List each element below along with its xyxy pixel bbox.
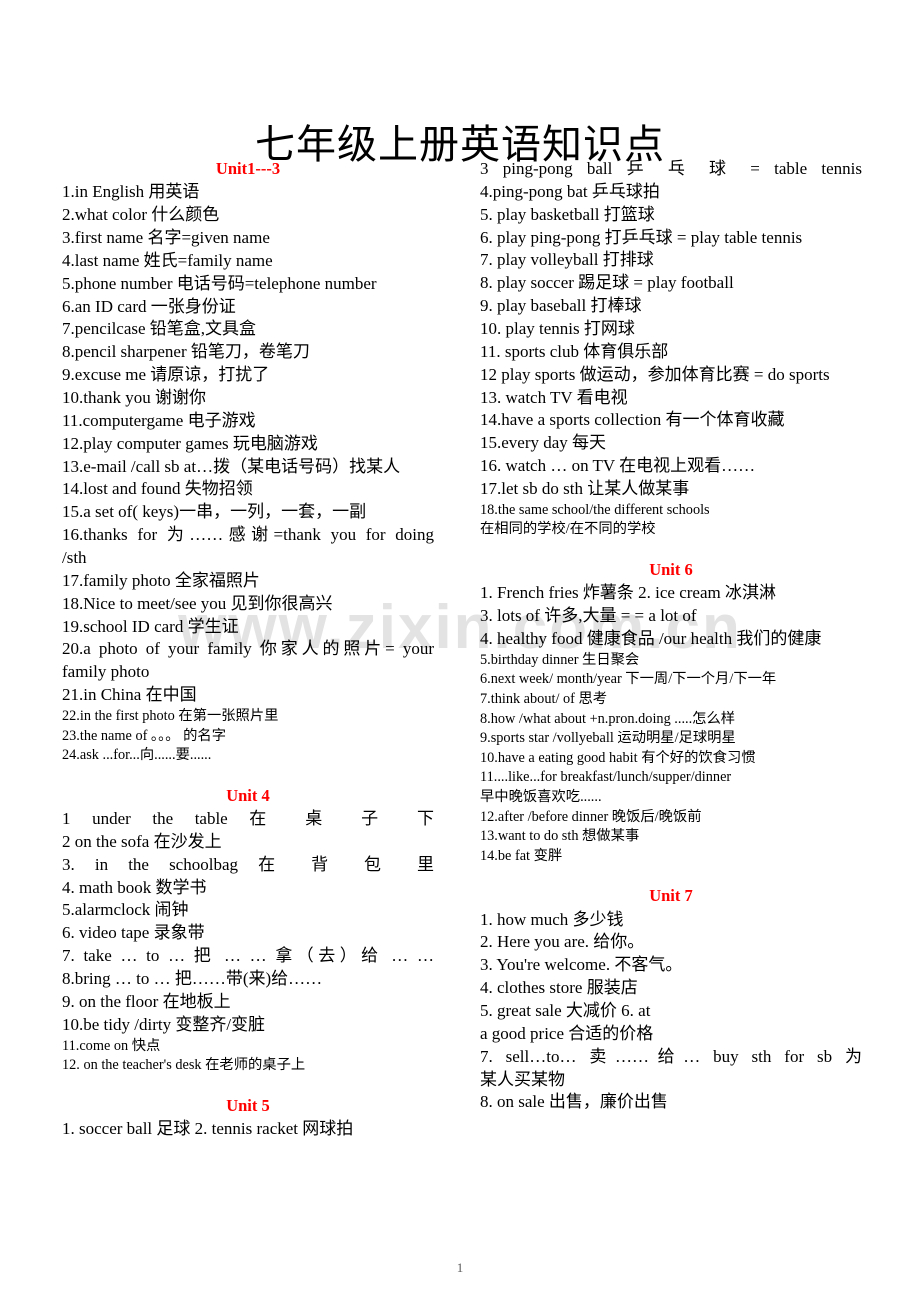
list-item: 18.the same school/the different schools	[480, 501, 710, 518]
list-item: 1.in English 用英语	[62, 182, 200, 202]
list-item: 8.pencil sharpener 铅笔刀，卷笔刀	[62, 342, 310, 362]
list-item: 1. French fries 炸薯条 2. ice cream 冰淇淋	[480, 583, 776, 603]
list-item: 22.in the first photo 在第一张照片里	[62, 708, 279, 725]
list-item: 8.bring … to … 把……带(来)给……	[62, 969, 323, 989]
list-item: 20.a photo of your family 你家人的照片= your	[62, 639, 434, 659]
list-item: 1. soccer ball 足球 2. tennis racket 网球拍	[62, 1119, 354, 1139]
list-item: 1. how much 多少钱	[480, 909, 624, 929]
list-item: 3.first name 名字=given name	[62, 227, 270, 247]
list-item: 12. on the teacher's desk 在老师的桌子上	[62, 1057, 306, 1074]
list-item: 1 under the table 在 桌 子 下	[62, 809, 434, 829]
list-item: 2 on the sofa 在沙发上	[62, 831, 222, 851]
unit-heading-unit1-3: Unit1---3	[215, 159, 281, 178]
list-item: 8.how /what about +n.pron.doing .....怎么样	[480, 710, 736, 727]
list-item: 7.think about/ of 思考	[480, 691, 608, 708]
list-item: 4. healthy food 健康食品 /our health 我们的健康	[480, 629, 822, 649]
list-item: 18.Nice to meet/see you 见到你很高兴	[62, 593, 333, 613]
list-item: 9. play baseball 打棒球	[480, 296, 642, 316]
list-item: 6.an ID card 一张身份证	[62, 296, 236, 316]
list-item: 5. great sale 大减价 6. at	[480, 1000, 651, 1020]
unit-heading-unit7: Unit 7	[649, 886, 693, 906]
list-item: 19.school ID card 学生证	[62, 616, 239, 636]
list-item: 8. on sale 出售，廉价出售	[480, 1092, 668, 1112]
list-item: 16. watch … on TV 在电视上观看……	[480, 456, 756, 476]
list-item: 5.alarmclock 闹钟	[62, 900, 189, 920]
list-item: 14.be fat 变胖	[480, 847, 563, 864]
list-item: 12.play computer games 玩电脑游戏	[62, 433, 318, 453]
list-item: 5.phone number 电话号码=telephone number	[62, 273, 377, 293]
list-item: 2.what color 什么颜色	[62, 205, 220, 225]
list-item: 9.excuse me 请原谅，打扰了	[62, 365, 270, 385]
list-item: 14.have a sports collection 有一个体育收藏	[480, 410, 785, 430]
list-item: 24.ask ...for...向......要......	[62, 747, 212, 764]
page-number: 1	[456, 1260, 464, 1275]
list-item: 14.lost and found 失物招领	[62, 479, 253, 499]
list-item-continuation: a good price 合适的价格	[480, 1023, 654, 1043]
list-item-continuation: family photo	[62, 662, 150, 682]
list-item: 10. play tennis 打网球	[480, 319, 635, 339]
list-item: 6. video tape 录象带	[62, 923, 205, 943]
document-page: www.zixin.com.cn 七年级上册英语知识点 Unit1---3 1.…	[0, 0, 920, 1302]
list-item: 6. play ping-pong 打乒乓球 = play table tenn…	[480, 227, 803, 247]
list-item: 17.let sb do sth 让某人做某事	[480, 479, 690, 499]
list-item: 5. play basketball 打篮球	[480, 204, 655, 224]
list-item-continuation: /sth	[62, 548, 87, 568]
list-item-continuation: 某人买某物	[480, 1069, 565, 1089]
list-item: 7. sell…to… 卖……给… buy sth for sb 为	[480, 1046, 862, 1066]
list-item: 4. clothes store 服装店	[480, 978, 638, 998]
list-item: 7. play volleyball 打排球	[480, 250, 654, 270]
list-item: 15.a set of( keys)一串，一列，一套，一副	[62, 502, 367, 522]
list-item: 12 play sports 做运动，参加体育比赛 = do sports	[480, 364, 830, 384]
list-item: 8. play soccer 踢足球 = play football	[480, 273, 734, 293]
unit-heading-unit5: Unit 5	[226, 1095, 270, 1115]
list-item: 10.be tidy /dirty 变整齐/变脏	[62, 1014, 266, 1034]
list-item: 3. You're welcome. 不客气。	[480, 955, 683, 975]
list-item: 9. on the floor 在地板上	[62, 991, 231, 1011]
list-item: 17.family photo 全家福照片	[62, 570, 260, 590]
list-item: 4.last name 姓氏=family name	[62, 250, 273, 270]
list-item: 21.in China 在中国	[62, 685, 197, 705]
list-item: 11....like...for breakfast/lunch/supper/…	[480, 769, 732, 786]
list-item: 13.e-mail /call sb at…拨（某电话号码）找某人	[62, 456, 401, 476]
list-item: 11. sports club 体育俱乐部	[480, 341, 669, 361]
list-item: 4.ping-pong bat 乒乓球拍	[480, 181, 660, 201]
list-item: 15.every day 每天	[480, 433, 607, 453]
list-item: 12.after /before dinner 晚饭后/晚饭前	[480, 808, 702, 825]
list-item: 16.thanks for 为……感谢=thank you for doing	[62, 525, 434, 545]
list-item: 在相同的学校/在不同的学校	[480, 521, 656, 538]
list-item: 7. take … to … 把 … … 拿（去）给 … …	[62, 946, 434, 966]
unit-heading-unit4: Unit 4	[226, 785, 270, 805]
list-item: 10.have a eating good habit 有个好的饮食习惯	[480, 749, 756, 766]
right-column: 3 ping-pong ball 乒 乓 球 = table tennis 4.…	[480, 158, 862, 1114]
list-item: 13.want to do sth 想做某事	[480, 828, 640, 845]
list-item: 7.pencilcase 铅笔盒,文具盒	[62, 319, 257, 339]
list-item: 10.thank you 谢谢你	[62, 388, 207, 407]
list-item: 9.sports star /vollyeball 运动明星/足球明星	[480, 730, 736, 747]
list-item: 11.computergame 电子游戏	[62, 410, 256, 430]
unit-heading-unit6: Unit 6	[649, 560, 693, 580]
list-item: 2. Here you are. 给你。	[480, 932, 645, 952]
list-item: 3 ping-pong ball 乒 乓 球 = table tennis	[480, 159, 862, 178]
list-item: 5.birthday dinner 生日聚会	[480, 651, 640, 668]
list-item: 23.the name of 。。。 的名字	[62, 727, 226, 744]
list-item: 13. watch TV 看电视	[480, 387, 628, 407]
list-item: 11.come on 快点	[62, 1037, 161, 1054]
list-item: 3. in the schoolbag 在 背 包 里	[62, 854, 434, 874]
left-column: Unit1---3 1.in English 用英语 2.what color …	[62, 158, 434, 1141]
list-item: 3. lots of 许多,大量 = = a lot of	[480, 606, 697, 626]
list-item: 6.next week/ month/year 下一周/下一个月/下一年	[480, 671, 777, 688]
list-item: 4. math book 数学书	[62, 877, 207, 897]
list-item-continuation: 早中晚饭喜欢吃......	[480, 788, 602, 805]
